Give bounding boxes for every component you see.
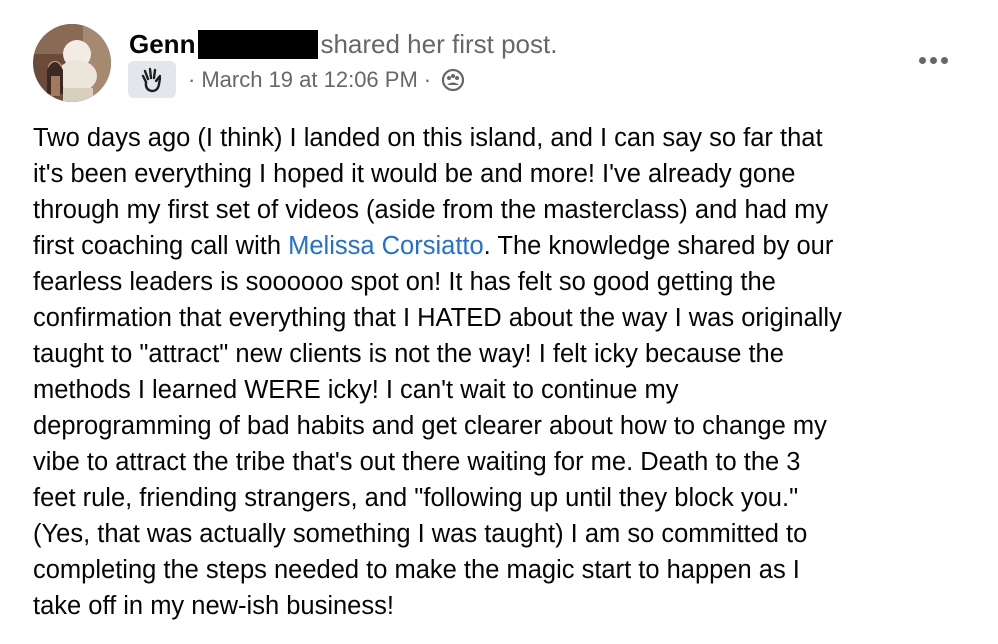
post-text-line: through my first set of videos (aside fr…	[33, 196, 829, 224]
post-timestamp[interactable]: March 19 at 12:06 PM	[201, 67, 417, 93]
post-text-line: Two days ago (I think) I landed on this …	[33, 124, 823, 152]
post-card: Genn shared her first post. · March 19 a…	[0, 0, 998, 644]
post-text-segment: first coaching call with	[33, 232, 289, 260]
post-text-line: completing the steps needed to make the …	[33, 556, 800, 584]
post-text-line: confirmation that everything that I HATE…	[33, 304, 842, 332]
post-text-line: vibe to attract the tribe that's out the…	[33, 448, 801, 476]
more-options-icon[interactable]	[905, 42, 961, 78]
post-body: Two days ago (I think) I landed on this …	[33, 120, 983, 624]
author-line: Genn shared her first post.	[129, 27, 557, 61]
post-text-line: taught to "attract" new clients is not t…	[33, 340, 784, 368]
post-text-line: feet rule, friending strangers, and "fol…	[33, 484, 799, 512]
wave-hand-icon[interactable]	[128, 61, 176, 98]
post-meta: · March 19 at 12:06 PM ·	[128, 61, 465, 98]
author-avatar[interactable]	[33, 24, 111, 102]
post-text-line: first coaching call with Melissa Corsiat…	[33, 228, 983, 264]
group-icon[interactable]	[441, 68, 465, 92]
post-text-line: it's been everything I hoped it would be…	[33, 160, 796, 188]
post-text-line: deprogramming of bad habits and get clea…	[33, 412, 827, 440]
separator-dot: ·	[188, 66, 196, 92]
post-text-line: (Yes, that was actually something I was …	[33, 520, 808, 548]
post-text-segment: . The knowledge shared by our	[483, 232, 834, 260]
post-action-text: shared her first post.	[320, 28, 558, 59]
separator-dot: ·	[423, 66, 432, 92]
post-text-line: take off in my new-ish business!	[33, 592, 394, 620]
redaction-bar	[198, 29, 319, 59]
post-text-line: fearless leaders is soooooo spot on! It …	[33, 268, 776, 296]
mention-link[interactable]: Melissa Corsiatto	[288, 232, 484, 260]
author-name[interactable]: Genn	[129, 29, 195, 60]
post-text-line: methods I learned WERE icky! I can't wai…	[33, 376, 679, 404]
